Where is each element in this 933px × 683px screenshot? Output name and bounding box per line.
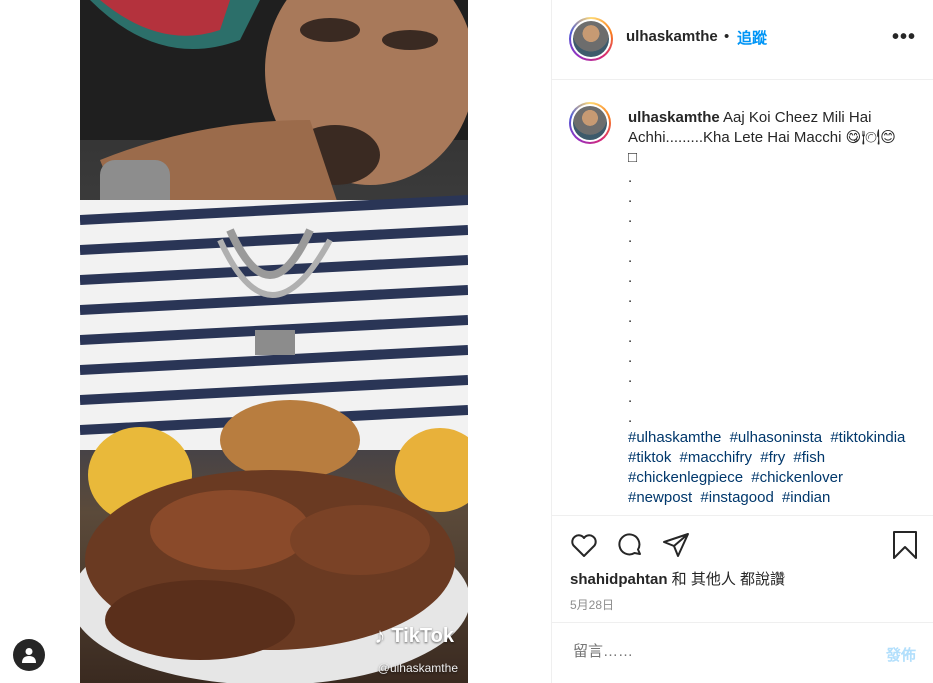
user-icon xyxy=(22,648,36,663)
avatar xyxy=(573,106,607,140)
header-username[interactable]: ulhaskamthe xyxy=(626,28,718,45)
comment-bar: 發佈 xyxy=(552,622,933,683)
post-comment-button[interactable]: 發佈 xyxy=(886,644,916,665)
caption: ulhaskamthe Aaj Koi Cheez Mili Hai Achhi… xyxy=(628,108,918,508)
caption-avatar[interactable] xyxy=(569,102,611,144)
share-icon[interactable] xyxy=(661,530,691,560)
hashtag-link[interactable]: #tiktokindia xyxy=(830,429,905,446)
caption-dot: . xyxy=(628,209,633,226)
tagged-users-button[interactable] xyxy=(13,639,45,671)
caption-dot: . xyxy=(628,329,633,346)
caption-dot: . xyxy=(628,189,633,206)
hashtag-link[interactable]: #fry xyxy=(760,449,785,466)
caption-dot: . xyxy=(628,369,633,386)
avatar xyxy=(573,21,609,57)
hashtag-link[interactable]: #ulhasoninsta xyxy=(730,429,823,446)
hashtags: #ulhaskamthe #ulhasoninsta #tiktokindia … xyxy=(628,428,918,508)
caption-symbol: □ xyxy=(628,149,638,166)
hashtag-link[interactable]: #indian xyxy=(782,489,830,506)
hashtag-link[interactable]: #chickenlover xyxy=(751,469,843,486)
bookmark-icon[interactable] xyxy=(890,530,920,560)
hashtag-link[interactable]: #macchifry xyxy=(680,449,753,466)
caption-area: ulhaskamthe Aaj Koi Cheez Mili Hai Achhi… xyxy=(552,80,933,515)
tiktok-brand: TikTok xyxy=(391,624,454,647)
video-frame-illustration xyxy=(80,0,468,683)
caption-username[interactable]: ulhaskamthe xyxy=(628,109,720,126)
hashtag-link[interactable]: #ulhaskamthe xyxy=(628,429,721,446)
hashtag-link[interactable]: #chickenlegpiece xyxy=(628,469,743,486)
follow-button[interactable]: 追蹤 xyxy=(737,27,767,48)
liked-by-suffix[interactable]: 和 其他人 都說讚 xyxy=(668,571,785,588)
caption-dot: . xyxy=(628,349,633,366)
like-summary: shahidpahtan 和 其他人 都說讚 xyxy=(570,568,785,589)
more-icon[interactable]: ••• xyxy=(892,27,916,47)
post-video[interactable]: ♪ TikTok @ulhaskamthe xyxy=(80,0,468,683)
tiktok-handle: @ulhaskamthe xyxy=(377,661,458,675)
caption-dots: ............. xyxy=(628,168,918,428)
post-date[interactable]: 5月28日 xyxy=(570,596,614,613)
heart-icon[interactable] xyxy=(569,530,599,560)
header-separator: • xyxy=(724,28,730,45)
media-area: ♪ TikTok @ulhaskamthe xyxy=(0,0,551,683)
caption-dot: . xyxy=(628,229,633,246)
hashtag-link[interactable]: #fish xyxy=(793,449,825,466)
post-actions: shahidpahtan 和 其他人 都說讚 5月28日 xyxy=(552,515,933,623)
post-panel: ulhaskamthe • 追蹤 ••• ulhaskamthe Aaj Koi… xyxy=(551,0,933,683)
caption-dot: . xyxy=(628,409,633,426)
tiktok-watermark: ♪ TikTok xyxy=(374,623,454,649)
caption-dot: . xyxy=(628,289,633,306)
header-avatar[interactable] xyxy=(569,17,613,61)
caption-dot: . xyxy=(628,389,633,406)
caption-dot: . xyxy=(628,309,633,326)
hashtag-link[interactable]: #newpost xyxy=(628,489,692,506)
tiktok-icon: ♪ xyxy=(374,623,386,648)
caption-dot: . xyxy=(628,269,633,286)
liked-by-user[interactable]: shahidpahtan xyxy=(570,571,668,588)
comment-input[interactable] xyxy=(571,642,855,661)
caption-dot: . xyxy=(628,249,633,266)
hashtag-link[interactable]: #instagood xyxy=(700,489,773,506)
post-header: ulhaskamthe • 追蹤 ••• xyxy=(552,0,933,80)
comment-icon[interactable] xyxy=(615,530,645,560)
caption-dot: . xyxy=(628,169,633,186)
hashtag-link[interactable]: #tiktok xyxy=(628,449,671,466)
